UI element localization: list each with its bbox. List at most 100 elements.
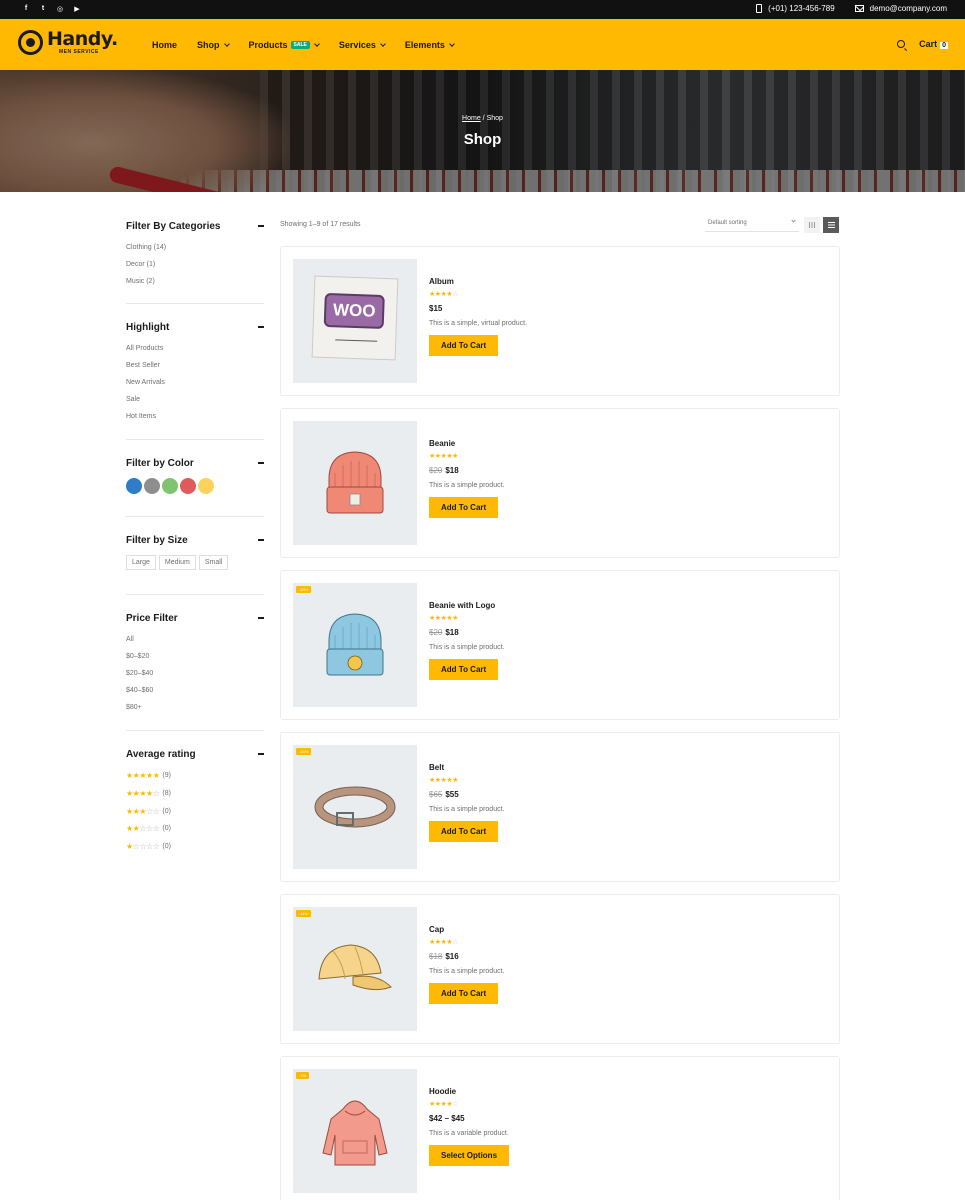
categories-list: Clothing (14) Decor (1) Music (2) xyxy=(126,239,264,290)
twitter-icon[interactable]: t xyxy=(39,4,47,13)
product-image[interactable] xyxy=(293,421,417,545)
product-name[interactable]: Beanie xyxy=(429,439,504,452)
size-option[interactable]: Medium xyxy=(158,555,196,570)
youtube-icon[interactable]: ▶ xyxy=(73,4,81,13)
collapse-icon[interactable] xyxy=(258,539,264,541)
product-image[interactable]: -11% xyxy=(293,907,417,1031)
price-option[interactable]: $40–$60 xyxy=(126,682,264,699)
highlight-header[interactable]: Highlight xyxy=(126,320,264,334)
color-swatch-green[interactable] xyxy=(162,478,178,494)
product-name[interactable]: Cap xyxy=(429,925,504,938)
product-name[interactable]: Beanie with Logo xyxy=(429,601,504,614)
collapse-icon[interactable] xyxy=(258,462,264,464)
price-filter-header[interactable]: Price Filter xyxy=(126,611,264,625)
product-name[interactable]: Album xyxy=(429,277,527,290)
price-option[interactable]: All xyxy=(126,631,264,648)
product-image[interactable]: -10% xyxy=(293,583,417,707)
add-to-cart-button[interactable]: Add To Cart xyxy=(429,497,499,518)
hoodie-drawing xyxy=(322,1100,388,1166)
cart-link[interactable]: Cart 0 xyxy=(919,39,948,49)
rating-option[interactable]: ★★☆☆☆ (0) xyxy=(126,820,264,838)
grid-view-button[interactable] xyxy=(804,217,820,233)
nav-home[interactable]: Home xyxy=(152,40,177,50)
add-to-cart-button[interactable]: Add To Cart xyxy=(429,659,499,680)
size-filter-header[interactable]: Filter by Size xyxy=(126,533,264,547)
collapse-icon[interactable] xyxy=(258,617,264,619)
sort-select[interactable]: Default sorting xyxy=(705,217,799,232)
color-swatch-yellow[interactable] xyxy=(198,478,214,494)
email-contact[interactable]: demo@company.com xyxy=(854,4,947,13)
category-item[interactable]: Music (2) xyxy=(126,273,264,290)
select-options-button[interactable]: Select Options xyxy=(429,1145,510,1166)
nav-products[interactable]: Products SALE xyxy=(249,40,320,50)
highlight-item[interactable]: Hot Items xyxy=(126,408,264,425)
old-price: $20 xyxy=(429,628,443,637)
breadcrumb-current: Shop xyxy=(486,115,503,122)
rating-filter-header[interactable]: Average rating xyxy=(126,747,264,761)
facebook-icon[interactable]: f xyxy=(22,4,30,13)
nav-services[interactable]: Services xyxy=(339,40,386,50)
product-image[interactable]: -7% xyxy=(293,1069,417,1193)
category-item[interactable]: Clothing (14) xyxy=(126,239,264,256)
highlight-item[interactable]: All Products xyxy=(126,340,264,357)
product-name[interactable]: Belt xyxy=(429,763,504,776)
color-swatch-gray[interactable] xyxy=(144,478,160,494)
star-rating-icon: ★★★☆☆ xyxy=(126,806,160,816)
add-to-cart-button[interactable]: Add To Cart xyxy=(429,335,499,356)
product-image[interactable]: -15% xyxy=(293,745,417,869)
list-view-icon xyxy=(827,222,835,228)
collapse-icon[interactable] xyxy=(258,225,264,227)
highlight-item[interactable]: New Arrivals xyxy=(126,374,264,391)
product-image[interactable]: WOO xyxy=(293,259,417,383)
color-swatch-blue[interactable] xyxy=(126,478,142,494)
nav-elements-label: Elements xyxy=(404,40,445,50)
rating-option[interactable]: ★★★★☆ (8) xyxy=(126,785,264,803)
add-to-cart-button[interactable]: Add To Cart xyxy=(429,983,499,1004)
search-icon[interactable] xyxy=(897,40,906,48)
beanie-blue-drawing xyxy=(326,613,384,676)
product-description: This is a simple product. xyxy=(429,482,505,489)
site-logo[interactable]: Handy. MEN SERVICE xyxy=(18,30,118,55)
instagram-icon[interactable]: ◎ xyxy=(56,4,64,13)
add-to-cart-button[interactable]: Add To Cart xyxy=(429,821,499,842)
product-rating: ★★★★☆ xyxy=(429,939,458,946)
price-option[interactable]: $80+ xyxy=(126,699,264,716)
rating-option[interactable]: ★★★☆☆ (0) xyxy=(126,802,264,820)
sale-badge: SALE xyxy=(290,41,310,49)
highlight-widget: Highlight All Products Best Seller New A… xyxy=(126,304,264,440)
highlight-item[interactable]: Sale xyxy=(126,391,264,408)
categories-header[interactable]: Filter By Categories xyxy=(126,219,264,233)
rating-option[interactable]: ★★★★★ (9) xyxy=(126,767,264,785)
phone-contact[interactable]: (+01) 123-456-789 xyxy=(756,4,835,13)
highlight-item[interactable]: Best Seller xyxy=(126,357,264,374)
collapse-icon[interactable] xyxy=(258,753,264,755)
old-price: $20 xyxy=(429,466,443,475)
size-option[interactable]: Small xyxy=(198,555,229,570)
star-rating-icon: ★★☆☆☆ xyxy=(126,824,160,834)
product-name[interactable]: Hoodie xyxy=(429,1087,509,1100)
old-price: $18 xyxy=(429,952,443,961)
color-swatch-red[interactable] xyxy=(180,478,196,494)
rating-option[interactable]: ★☆☆☆☆ (0) xyxy=(126,838,264,856)
price-filter-widget: Price Filter All $0–$20 $20–$40 $40–$60 … xyxy=(126,595,264,731)
product-info: Album ★★★★☆ $15 This is a simple, virtua… xyxy=(429,277,527,356)
product-info: Cap ★★★★☆ $18 $16 This is a simple produc… xyxy=(429,925,504,1004)
category-item[interactable]: Decor (1) xyxy=(126,256,264,273)
price-option[interactable]: $0–$20 xyxy=(126,648,264,665)
current-price: $18 xyxy=(445,628,459,637)
chevron-down-icon xyxy=(449,41,455,47)
product-rating: ★★★★★ xyxy=(429,777,458,784)
rating-filter-widget: Average rating ★★★★★ (9) ★★★★☆ (8) ★★★☆☆ (0… xyxy=(126,731,264,855)
list-view-button[interactable] xyxy=(823,217,839,233)
nav-elements[interactable]: Elements xyxy=(404,40,455,50)
breadcrumb-home[interactable]: Home xyxy=(462,115,481,122)
price-option[interactable]: $20–$40 xyxy=(126,665,264,682)
collapse-icon[interactable] xyxy=(258,326,264,328)
nav-shop[interactable]: Shop xyxy=(197,40,230,50)
sort-value: Default sorting xyxy=(708,220,747,226)
breadcrumb: Home / Shop xyxy=(0,115,965,122)
color-filter-header[interactable]: Filter by Color xyxy=(126,456,264,470)
product-description: This is a simple product. xyxy=(429,806,505,813)
size-option[interactable]: Large xyxy=(126,555,156,570)
product-price: $20 $18 xyxy=(429,626,504,644)
